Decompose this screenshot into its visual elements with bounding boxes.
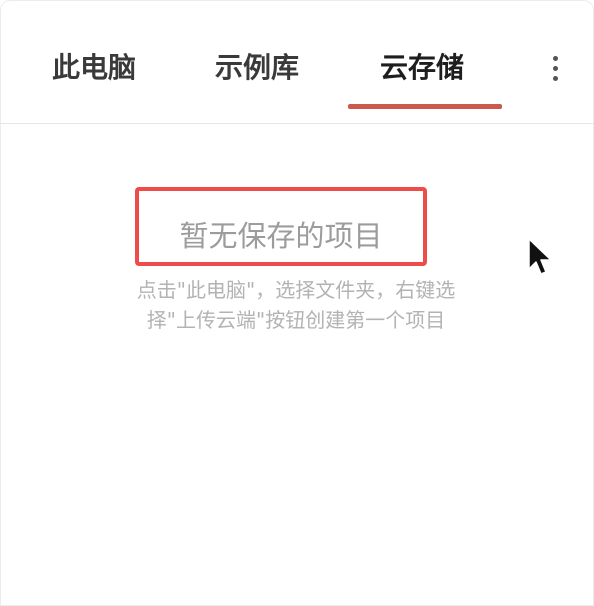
empty-state-title: 暂无保存的项目 <box>179 219 383 253</box>
active-tab-indicator <box>348 104 502 109</box>
vertical-ellipsis-icon-dot <box>553 76 558 81</box>
empty-state-hint-line-1: 点击"此电脑"，选择文件夹，右键选 <box>136 278 456 302</box>
empty-state-hint-line-2: 择"上传云端"按钮创建第一个项目 <box>146 308 446 332</box>
tab-this-pc[interactable]: 此电脑 <box>52 46 136 90</box>
tab-cloud-storage[interactable]: 云存储 <box>380 46 464 90</box>
mouse-cursor-icon <box>528 238 552 275</box>
tab-examples[interactable]: 示例库 <box>215 46 299 90</box>
vertical-ellipsis-icon <box>553 56 558 61</box>
vertical-ellipsis-icon-dot <box>553 66 558 71</box>
empty-state-hint: 点击"此电脑"，选择文件夹，右键选 择"上传云端"按钮创建第一个项目 <box>96 275 496 335</box>
more-options-button[interactable] <box>541 48 571 88</box>
tab-bar: 此电脑 示例库 云存储 <box>0 0 594 124</box>
cloud-storage-panel: 此电脑 示例库 云存储 暂无保存的项目 点击"此电脑"，选择文件夹，右键选 择"… <box>0 0 594 606</box>
